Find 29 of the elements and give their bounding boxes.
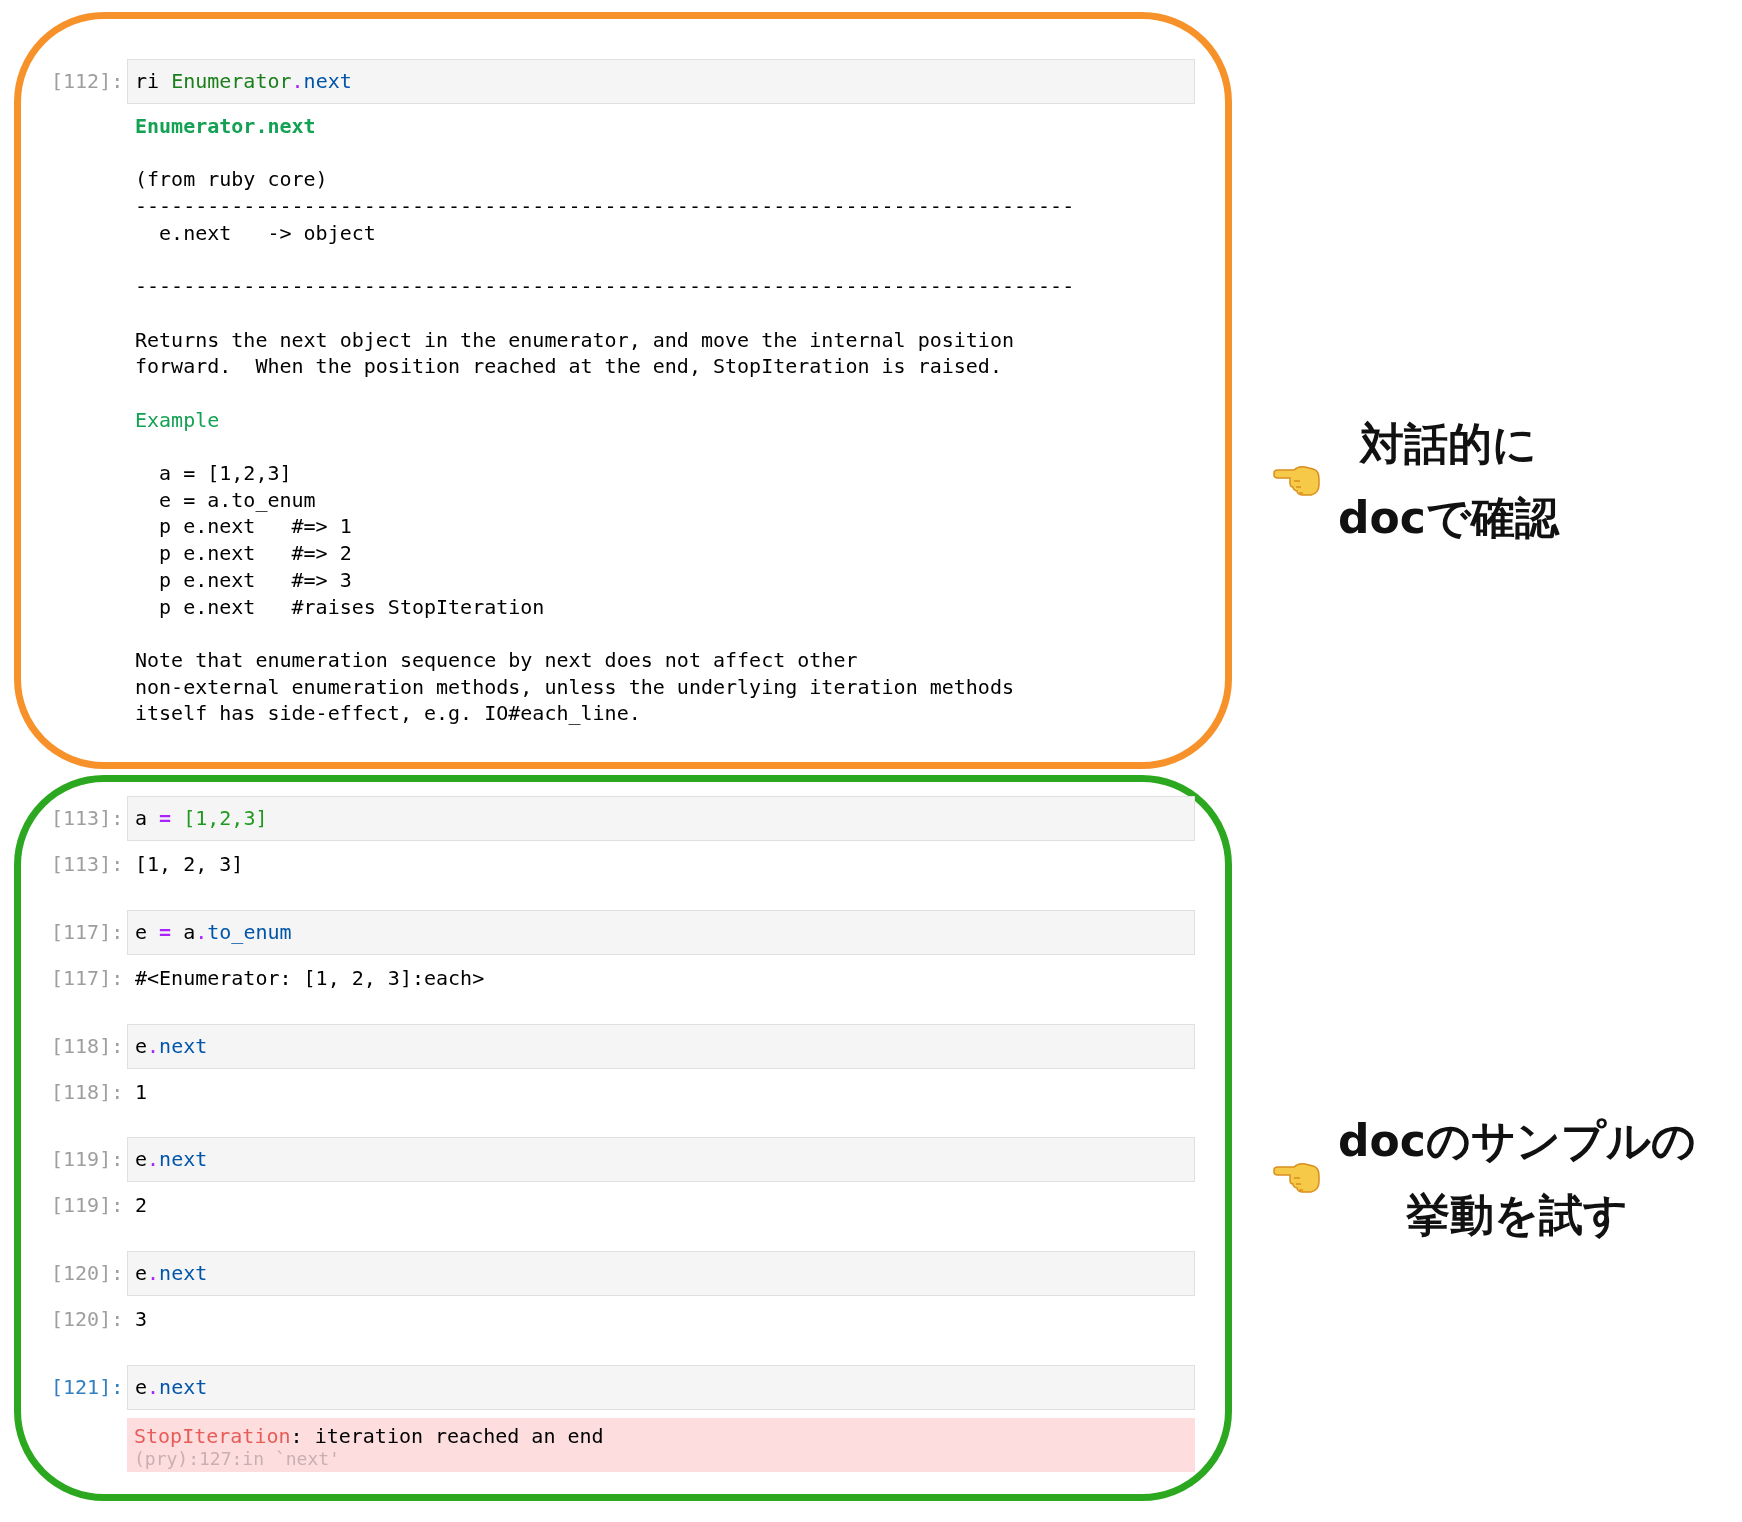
prompt-label: [113]:: [51, 805, 125, 832]
code-input[interactable]: ri Enumerator.next: [127, 59, 1195, 104]
doc-heading: Enumerator.next: [135, 113, 317, 140]
prompt-label: [117]:: [51, 964, 125, 992]
doc-text: ------------------------------------------------------------------------------ Returns the next object in the enumerator, and move the internal position forward. When the position reached at the end, StopIteration is raised.: [135, 273, 1076, 380]
prompt-label: [119]:: [51, 1192, 125, 1219]
prompt-label: [121]:: [51, 1373, 125, 1401]
annotation-text: 挙動を試す: [1405, 1187, 1628, 1242]
prompt-label: [112]:: [51, 68, 125, 95]
output-text: 3: [134, 1305, 148, 1333]
doc-section-heading: Example: [135, 406, 221, 434]
annotation-text: docのサンプルの: [1338, 1113, 1696, 1168]
error-message: StopIteration: iteration reached an end: [134, 1423, 605, 1448]
prompt-label: [117]:: [51, 918, 125, 946]
doc-text: Note that enumeration sequence by next does not affect other non-external enumeration methods, unless the underlying iteration methods itself has side-effect, e.g. IO#each_line.: [135, 647, 1015, 728]
doc-text: (from ruby core) ------------------------------------------------------------------------------ e.next -> object: [135, 166, 1076, 247]
doc-text: a = [1,2,3] e = a.to_enum p e.next #=> 1 p e.next #=> 2 p e.next #=> 3 p e.next #raises StopIteration: [158, 460, 546, 621]
output-text: 1: [134, 1078, 148, 1106]
annotation-text: 対話的に: [1359, 416, 1537, 471]
output-text: #<Enumerator: [1, 2, 3]:each>: [134, 964, 485, 992]
prompt-label: [113]:: [51, 851, 125, 878]
annotation-text: docで確認: [1338, 490, 1559, 545]
prompt-label: [118]:: [51, 1032, 125, 1060]
prompt-label: [119]:: [51, 1146, 125, 1174]
prompt-label: [118]:: [51, 1078, 125, 1106]
output-text: [1, 2, 3]: [134, 851, 244, 878]
output-text: 2: [134, 1192, 148, 1219]
prompt-label: [120]:: [51, 1305, 125, 1333]
prompt-label: [120]:: [51, 1260, 125, 1287]
